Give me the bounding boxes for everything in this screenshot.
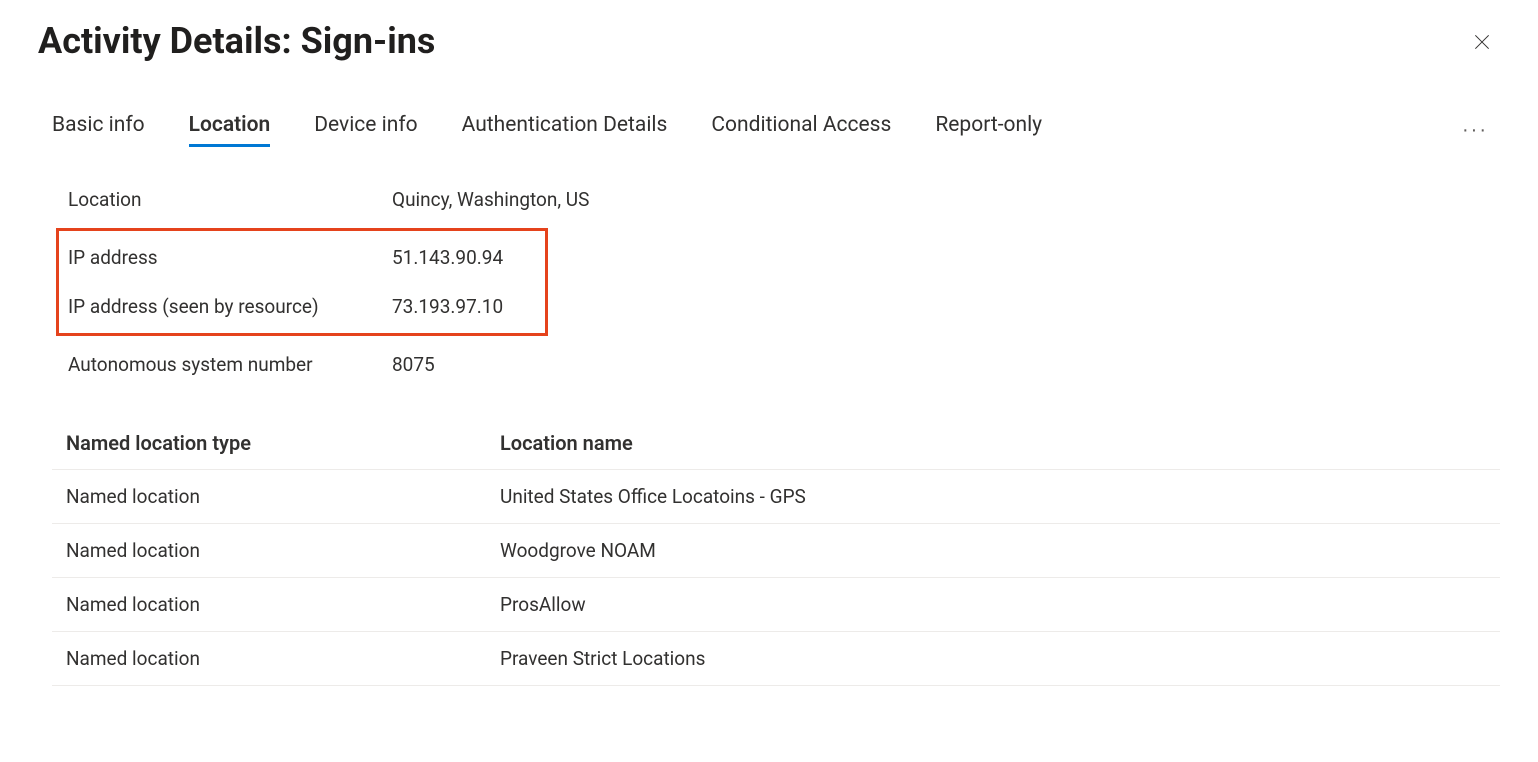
tabs-row: Basic info Location Device info Authenti…	[38, 113, 1500, 147]
close-icon	[1472, 32, 1492, 55]
cell-type: Named location	[52, 470, 486, 524]
cell-type: Named location	[52, 578, 486, 632]
more-button[interactable]: ···	[1454, 115, 1496, 146]
cell-name: Praveen Strict Locations	[486, 632, 1500, 686]
tab-device-info[interactable]: Device info	[314, 113, 417, 147]
detail-value: Quincy, Washington, US	[392, 188, 589, 211]
detail-row-location: Location Quincy, Washington, US	[68, 175, 1500, 224]
detail-value: 51.143.90.94	[392, 246, 503, 269]
cell-name: Woodgrove NOAM	[486, 524, 1500, 578]
tab-location[interactable]: Location	[189, 113, 271, 147]
ellipsis-icon: ···	[1462, 119, 1488, 141]
table-row: Named location Praveen Strict Locations	[52, 632, 1500, 686]
detail-label: Autonomous system number	[68, 353, 392, 376]
close-button[interactable]	[1464, 24, 1500, 63]
tabs: Basic info Location Device info Authenti…	[52, 113, 1042, 147]
detail-label: Location	[68, 188, 392, 211]
panel-header: Activity Details: Sign-ins	[38, 20, 1500, 63]
table-header-row: Named location type Location name	[52, 417, 1500, 470]
detail-value: 73.193.97.10	[392, 295, 503, 318]
table-header-name: Location name	[486, 417, 1500, 470]
highlight-box: IP address 51.143.90.94 IP address (seen…	[56, 228, 548, 336]
tab-authentication-details[interactable]: Authentication Details	[462, 113, 668, 147]
cell-type: Named location	[52, 524, 486, 578]
detail-row-ip-seen: IP address (seen by resource) 73.193.97.…	[68, 282, 545, 331]
page-title: Activity Details: Sign-ins	[38, 20, 435, 62]
tab-report-only[interactable]: Report-only	[935, 113, 1042, 147]
detail-label: IP address	[68, 246, 392, 269]
table-row: Named location ProsAllow	[52, 578, 1500, 632]
tab-basic-info[interactable]: Basic info	[52, 113, 145, 147]
table-section: Named location type Location name Named …	[38, 417, 1500, 686]
named-locations-table: Named location type Location name Named …	[52, 417, 1500, 686]
detail-label: IP address (seen by resource)	[68, 295, 392, 318]
cell-name: United States Office Locatoins - GPS	[486, 470, 1500, 524]
detail-row-asn: Autonomous system number 8075	[68, 340, 1500, 389]
detail-value: 8075	[392, 353, 435, 376]
table-header-type: Named location type	[52, 417, 486, 470]
table-row: Named location United States Office Loca…	[52, 470, 1500, 524]
detail-row-ip-address: IP address 51.143.90.94	[68, 233, 545, 282]
details-section: Location Quincy, Washington, US IP addre…	[38, 175, 1500, 389]
cell-type: Named location	[52, 632, 486, 686]
table-row: Named location Woodgrove NOAM	[52, 524, 1500, 578]
cell-name: ProsAllow	[486, 578, 1500, 632]
tab-conditional-access[interactable]: Conditional Access	[711, 113, 891, 147]
